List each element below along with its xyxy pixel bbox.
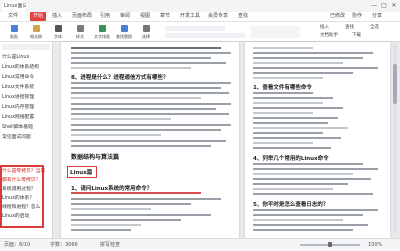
select-label: 选择 xyxy=(142,34,150,39)
outline-item[interactable]: Linux进程管理 xyxy=(2,94,34,102)
find-replace-label: 查找替换 xyxy=(116,34,132,39)
close-button[interactable]: ✕ xyxy=(390,2,398,10)
style-gallery[interactable] xyxy=(250,26,300,38)
menu-references[interactable]: 引用 xyxy=(100,12,110,21)
format-controls[interactable] xyxy=(165,33,245,38)
select-all-button[interactable]: 全选 xyxy=(370,24,379,31)
find-replace-icon xyxy=(121,25,128,32)
share-button[interactable]: 分享 xyxy=(372,12,382,21)
menu-home[interactable]: 开始 xyxy=(30,12,47,21)
format-brush-label: 格式刷 xyxy=(30,34,42,39)
highlight-line[interactable]: 系统调用过程？ xyxy=(2,186,36,194)
text-layout-icon xyxy=(99,25,106,32)
find-replace-button[interactable]: 查找替换 xyxy=(116,24,132,40)
maximize-button[interactable]: □ xyxy=(380,2,388,10)
menu-bar: 文件 开始 插入 页面布局 引用 审阅 视图 章节 开发工具 会员专享 查找 已… xyxy=(0,12,400,22)
outline-panel: 什么是Linux Linux的体系结构 Linux常用命令 Linux文件系统 … xyxy=(0,42,53,238)
menu-chapter[interactable]: 章节 xyxy=(160,12,170,21)
style-label: 样式 xyxy=(76,34,84,39)
menu-review[interactable]: 审阅 xyxy=(120,12,130,21)
font-family-dropdown[interactable] xyxy=(165,26,225,31)
document-tab[interactable]: Linux面试题 xyxy=(2,1,26,11)
menu-insert[interactable]: 插入 xyxy=(52,12,62,21)
ribbon-toolbar: 粘贴 格式刷 字体 样式 文字排版 查找替换 选择 插入 查找 全选 文档助手 … xyxy=(0,22,400,42)
menu-developer[interactable]: 开发工具 xyxy=(180,12,200,21)
word-count[interactable]: 字数：3066 xyxy=(50,241,78,249)
doc-assistant-button[interactable]: 文档助手 xyxy=(320,32,338,39)
font-icon xyxy=(55,25,62,32)
document-page-1[interactable]: 8、进程是什么？进程通信方式有哪些？ 数据结构与算法篇 Linux篇 1、请问L… xyxy=(61,42,239,238)
zoom-slider-handle[interactable] xyxy=(328,242,332,247)
menu-view[interactable]: 视图 xyxy=(140,12,150,21)
page2-heading-2: 4、列举几个常用的Linux命令 xyxy=(253,156,329,162)
download-button[interactable]: 下载 xyxy=(352,32,361,39)
format-brush-icon xyxy=(33,25,40,32)
menu-file[interactable]: 文件 xyxy=(8,12,18,21)
question-title: 1、请问Linux系统的常用命令？ xyxy=(71,186,153,192)
text-layout-label: 文字排版 xyxy=(94,34,110,39)
paste-label: 粘贴 xyxy=(10,34,18,39)
highlight-line[interactable]: 都有什么零拷贝？ xyxy=(2,177,40,185)
title-bar: Linux面试题 — □ ✕ xyxy=(0,0,400,12)
vertical-scrollbar[interactable] xyxy=(393,44,397,234)
outline-item[interactable]: Linux常用命令 xyxy=(2,74,34,82)
menu-search[interactable]: 查找 xyxy=(238,12,248,21)
minimize-button[interactable]: — xyxy=(370,2,378,10)
page2-heading-1: 1、查看文件有哪些命令 xyxy=(253,85,312,91)
format-brush-button[interactable]: 格式刷 xyxy=(28,24,44,40)
outline-item[interactable]: Linux文件系统 xyxy=(2,84,34,92)
style-button[interactable]: 样式 xyxy=(72,24,88,40)
outline-item[interactable]: 什么是Linux xyxy=(2,54,29,62)
modified-status: 已修改 xyxy=(330,13,346,19)
select-icon xyxy=(143,25,150,32)
highlight-line[interactable]: Linux的启动 xyxy=(2,213,29,221)
select-button[interactable]: 选择 xyxy=(138,24,154,40)
outline-item[interactable]: Linux内存管理 xyxy=(2,104,34,112)
menu-member[interactable]: 会员专享 xyxy=(208,12,228,21)
section-title: 8、进程是什么？进程通信方式有哪些？ xyxy=(71,75,169,81)
document-area: 8、进程是什么？进程通信方式有哪些？ 数据结构与算法篇 Linux篇 1、请问L… xyxy=(53,42,400,238)
boxed-label: Linux篇 xyxy=(70,170,93,176)
outline-item[interactable]: Shell脚本基础 xyxy=(2,124,33,132)
find-small-button[interactable]: 查找 xyxy=(345,24,354,31)
outline-item[interactable]: Linux网络配置 xyxy=(2,114,34,122)
highlight-line[interactable]: 什么是零拷贝？当前 xyxy=(2,168,45,176)
page-info[interactable]: 页面：8/10 xyxy=(4,241,30,249)
spell-check[interactable]: 拼写检查 xyxy=(100,241,120,249)
menu-page-layout[interactable]: 页面布局 xyxy=(72,12,92,21)
page2-heading-3: 5、你平时是怎么查看日志的？ xyxy=(253,202,329,208)
subsection-title: 数据结构与算法篇 xyxy=(71,154,120,161)
insert-small-button[interactable]: 插入 xyxy=(320,24,329,31)
outline-header xyxy=(2,44,50,50)
collaborate-button[interactable]: 协作 xyxy=(352,12,362,21)
zoom-level[interactable]: 100% xyxy=(368,241,382,249)
scroll-thumb[interactable] xyxy=(393,64,397,104)
text-layout-button[interactable]: 文字排版 xyxy=(94,24,110,40)
document-page-2[interactable]: 1、查看文件有哪些命令 4、列举几个常用的Linux命令 5、你平时是怎么查看日… xyxy=(245,42,390,238)
font-button[interactable]: 字体 xyxy=(50,24,66,40)
outline-item[interactable]: 常见面试问题 xyxy=(2,134,31,142)
outline-item[interactable]: Linux的体系结构 xyxy=(2,64,39,72)
highlight-line[interactable]: Linux的体系？ xyxy=(2,195,34,203)
status-bar: 页面：8/10 字数：3066 拼写检查 100% xyxy=(0,238,400,251)
paste-icon xyxy=(11,25,18,32)
style-icon xyxy=(77,25,84,32)
paste-button[interactable]: 粘贴 xyxy=(6,24,22,40)
highlight-line[interactable]: 线程和进程？怎么 xyxy=(2,204,40,212)
font-label: 字体 xyxy=(54,34,62,39)
